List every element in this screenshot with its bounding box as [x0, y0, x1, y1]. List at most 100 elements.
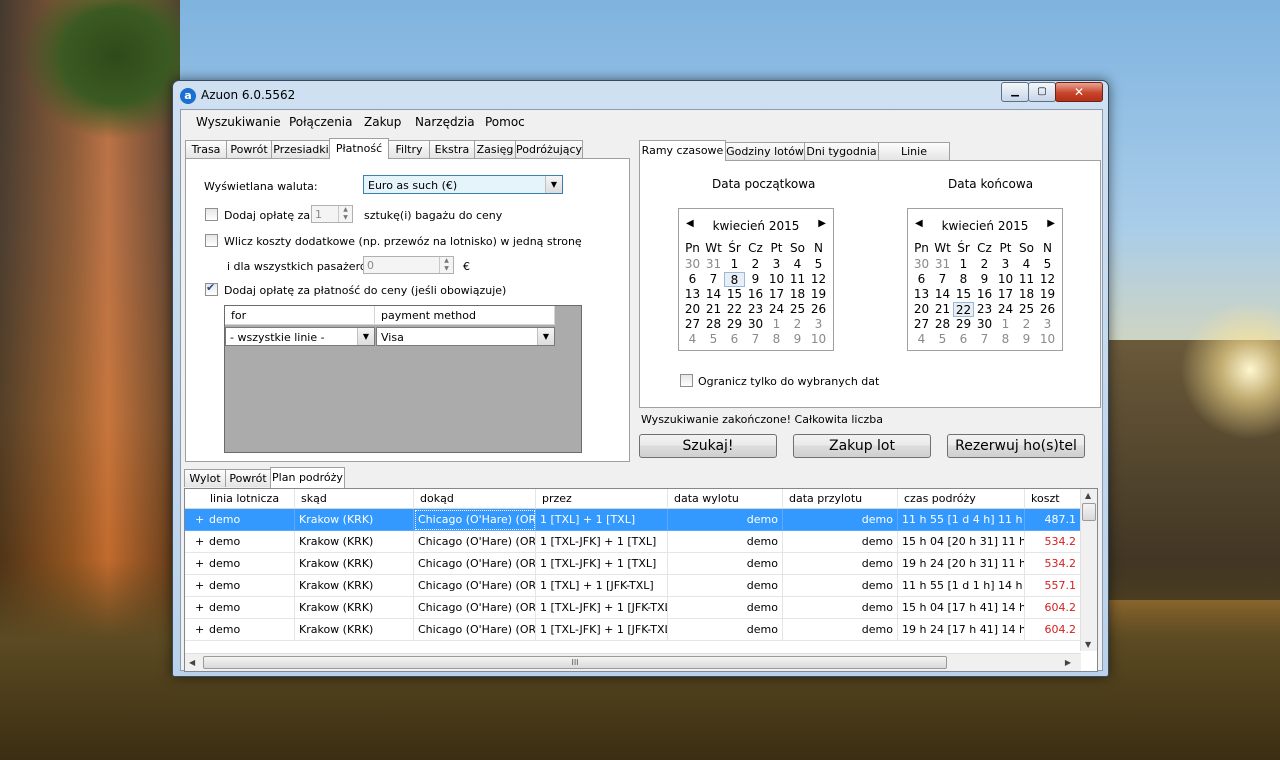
- calendar-day[interactable]: 4: [787, 257, 808, 272]
- tab-platnosc[interactable]: Płatność: [329, 138, 389, 159]
- calendar-day[interactable]: 2: [1016, 317, 1037, 332]
- calendar-day[interactable]: 6: [724, 332, 745, 347]
- calendar-day[interactable]: 6: [911, 272, 932, 287]
- scroll-up-icon[interactable]: ▲: [1085, 491, 1091, 500]
- search-button[interactable]: Szukaj!: [639, 434, 777, 458]
- calendar-day[interactable]: 5: [808, 257, 829, 272]
- tab-powrot[interactable]: Powrót: [226, 140, 272, 158]
- calendar-day[interactable]: 17: [995, 287, 1016, 302]
- calendar-day[interactable]: 24: [995, 302, 1016, 317]
- column-header-departure[interactable]: data wylotu: [668, 489, 783, 509]
- menu-polaczenia[interactable]: Połączenia: [289, 115, 353, 129]
- calendar-day[interactable]: 16: [974, 287, 995, 302]
- calendar-day[interactable]: 30: [682, 257, 703, 272]
- table-row[interactable]: + demo Krakow (KRK) Chicago (O'Hare) (ORD) 1…: [185, 553, 1081, 575]
- title-bar[interactable]: a Azuon 6.0.5562 ▁ ▢ ✕: [173, 81, 1108, 109]
- tab-filtry[interactable]: Filtry: [388, 140, 430, 158]
- calendar-day[interactable]: 16: [745, 287, 766, 302]
- calendar-day[interactable]: 4: [1016, 257, 1037, 272]
- menu-narzedzia[interactable]: Narzędzia: [415, 115, 475, 129]
- calendar-day[interactable]: 17: [766, 287, 787, 302]
- calendar-day[interactable]: 15: [724, 287, 745, 302]
- table-row[interactable]: + demo Krakow (KRK) Chicago (O'Hare) (ORD) 1…: [185, 509, 1081, 531]
- all-passengers-stepper[interactable]: 0 ▲ ▼: [363, 256, 454, 274]
- column-header-cost[interactable]: koszt: [1025, 489, 1081, 509]
- table-row[interactable]: + demo Krakow (KRK) Chicago (O'Hare) (ORD) 1…: [185, 531, 1081, 553]
- column-header-via[interactable]: przez: [536, 489, 668, 509]
- column-header-arrival[interactable]: data przylotu: [783, 489, 898, 509]
- calendar-day[interactable]: 22: [724, 302, 745, 317]
- calendar-day[interactable]: 13: [911, 287, 932, 302]
- extra-costs-checkbox[interactable]: [205, 234, 218, 247]
- grid-header-payment-method[interactable]: payment method: [375, 306, 555, 325]
- calendar-day[interactable]: 11: [787, 272, 808, 287]
- calendar-day[interactable]: 29: [724, 317, 745, 332]
- tab-powrot-results[interactable]: Powrót: [225, 469, 271, 487]
- calendar-day[interactable]: 9: [745, 272, 766, 287]
- calendar-day[interactable]: 19: [1037, 287, 1058, 302]
- tab-ramy-czasowe[interactable]: Ramy czasowe: [639, 140, 726, 161]
- calendar-day[interactable]: 2: [974, 257, 995, 272]
- calendar-day[interactable]: 9: [1016, 332, 1037, 347]
- calendar-day[interactable]: 31: [932, 257, 953, 272]
- calendar-day[interactable]: 3: [766, 257, 787, 272]
- currency-select[interactable]: Euro as such (€) ▼: [363, 175, 563, 194]
- calendar-day[interactable]: 3: [1037, 317, 1058, 332]
- calendar-day[interactable]: 15: [953, 287, 974, 302]
- calendar-day[interactable]: 7: [932, 272, 953, 287]
- calendar-day[interactable]: 10: [808, 332, 829, 347]
- menu-zakup[interactable]: Zakup: [364, 115, 401, 129]
- tab-przesiadki[interactable]: Przesiadki: [271, 140, 331, 158]
- tab-wylot[interactable]: Wylot: [184, 469, 226, 487]
- next-month-icon[interactable]: ▶: [1047, 218, 1055, 229]
- calendar-day[interactable]: 14: [932, 287, 953, 302]
- calendar-day[interactable]: 5: [703, 332, 724, 347]
- calendar-day[interactable]: 8: [724, 272, 745, 287]
- calendar-day[interactable]: 7: [974, 332, 995, 347]
- calendar-day[interactable]: 23: [974, 302, 995, 317]
- calendar-day[interactable]: 8: [766, 332, 787, 347]
- tab-dni-tygodnia[interactable]: Dni tygodnia: [804, 142, 879, 160]
- scroll-right-icon[interactable]: ▶: [1065, 658, 1071, 667]
- calendar-day[interactable]: 7: [703, 272, 724, 287]
- book-hostel-button[interactable]: Rezerwuj ho(s)tel: [947, 434, 1085, 458]
- calendar-day[interactable]: 24: [766, 302, 787, 317]
- calendar-day[interactable]: 21: [932, 302, 953, 317]
- calendar-day[interactable]: 5: [1037, 257, 1058, 272]
- maximize-button[interactable]: ▢: [1028, 82, 1056, 102]
- minimize-button[interactable]: ▁: [1001, 82, 1029, 102]
- calendar-day[interactable]: 9: [974, 272, 995, 287]
- calendar-day[interactable]: 10: [995, 272, 1016, 287]
- calendar-day[interactable]: 1: [724, 257, 745, 272]
- calendar-day[interactable]: 23: [745, 302, 766, 317]
- calendar-day[interactable]: 25: [787, 302, 808, 317]
- table-row[interactable]: + demo Krakow (KRK) Chicago (O'Hare) (ORD) 1…: [185, 575, 1081, 597]
- calendar-day[interactable]: 28: [932, 317, 953, 332]
- payment-method-select[interactable]: Visa ▼: [376, 327, 555, 346]
- spinner-arrows-icon[interactable]: ▲ ▼: [439, 257, 453, 273]
- vertical-scrollbar[interactable]: ▲ ▼: [1080, 489, 1097, 651]
- calendar-day[interactable]: 11: [1016, 272, 1037, 287]
- baggage-fee-checkbox[interactable]: [205, 208, 218, 221]
- calendar-day[interactable]: 7: [745, 332, 766, 347]
- calendar-day[interactable]: 9: [787, 332, 808, 347]
- calendar-day[interactable]: 26: [808, 302, 829, 317]
- tab-linie-lotnicze[interactable]: Linie lotnicze: [878, 142, 950, 175]
- calendar-day[interactable]: 6: [953, 332, 974, 347]
- calendar-day[interactable]: 28: [703, 317, 724, 332]
- tab-godziny-lotow[interactable]: Godziny lotów: [725, 142, 805, 160]
- calendar-day[interactable]: 10: [766, 272, 787, 287]
- column-header-to[interactable]: dokąd: [414, 489, 536, 509]
- table-row[interactable]: + demo Krakow (KRK) Chicago (O'Hare) (ORD) 1…: [185, 619, 1081, 641]
- close-button[interactable]: ✕: [1055, 82, 1103, 102]
- table-row[interactable]: + demo Krakow (KRK) Chicago (O'Hare) (ORD) 1…: [185, 597, 1081, 619]
- calendar-day[interactable]: 12: [808, 272, 829, 287]
- scroll-down-icon[interactable]: ▼: [1085, 640, 1091, 649]
- calendar-day[interactable]: 10: [1037, 332, 1058, 347]
- calendar-day[interactable]: 31: [703, 257, 724, 272]
- menu-wyszukiwanie[interactable]: Wyszukiwanie: [196, 115, 281, 129]
- calendar-day[interactable]: 4: [682, 332, 703, 347]
- calendar-day[interactable]: 25: [1016, 302, 1037, 317]
- calendar-day[interactable]: 18: [787, 287, 808, 302]
- calendar-day[interactable]: 30: [911, 257, 932, 272]
